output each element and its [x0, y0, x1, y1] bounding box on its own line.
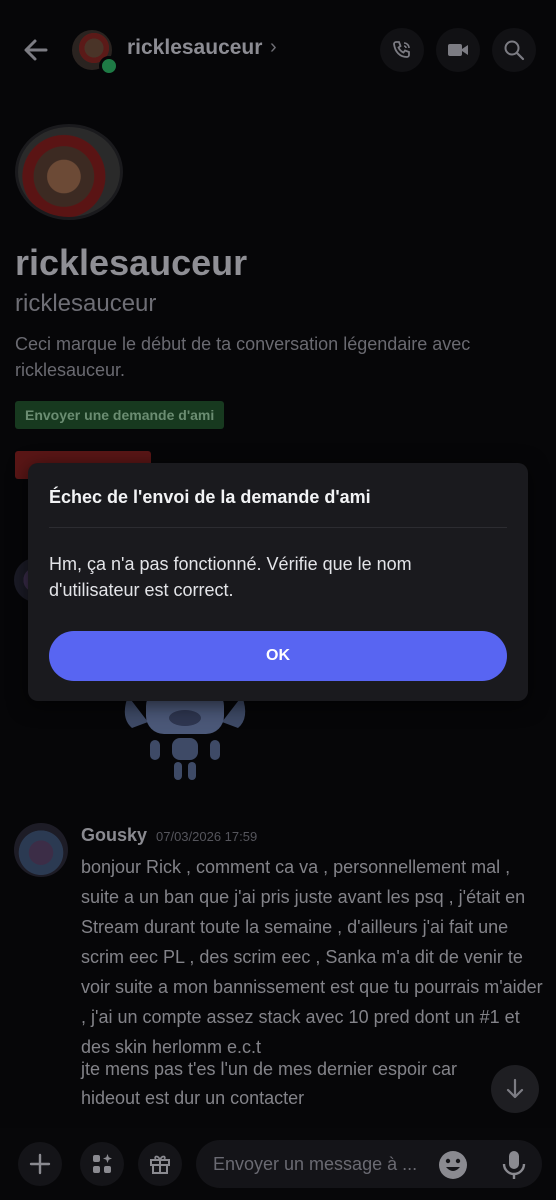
dialog-title: Échec de l'envoi de la demande d'ami — [49, 487, 371, 507]
ok-button[interactable]: OK — [49, 631, 507, 681]
error-dialog: Échec de l'envoi de la demande d'ami Hm,… — [28, 463, 528, 701]
dialog-divider — [49, 527, 507, 528]
dialog-message: Hm, ça n'a pas fonctionné. Vérifie que l… — [49, 554, 412, 600]
